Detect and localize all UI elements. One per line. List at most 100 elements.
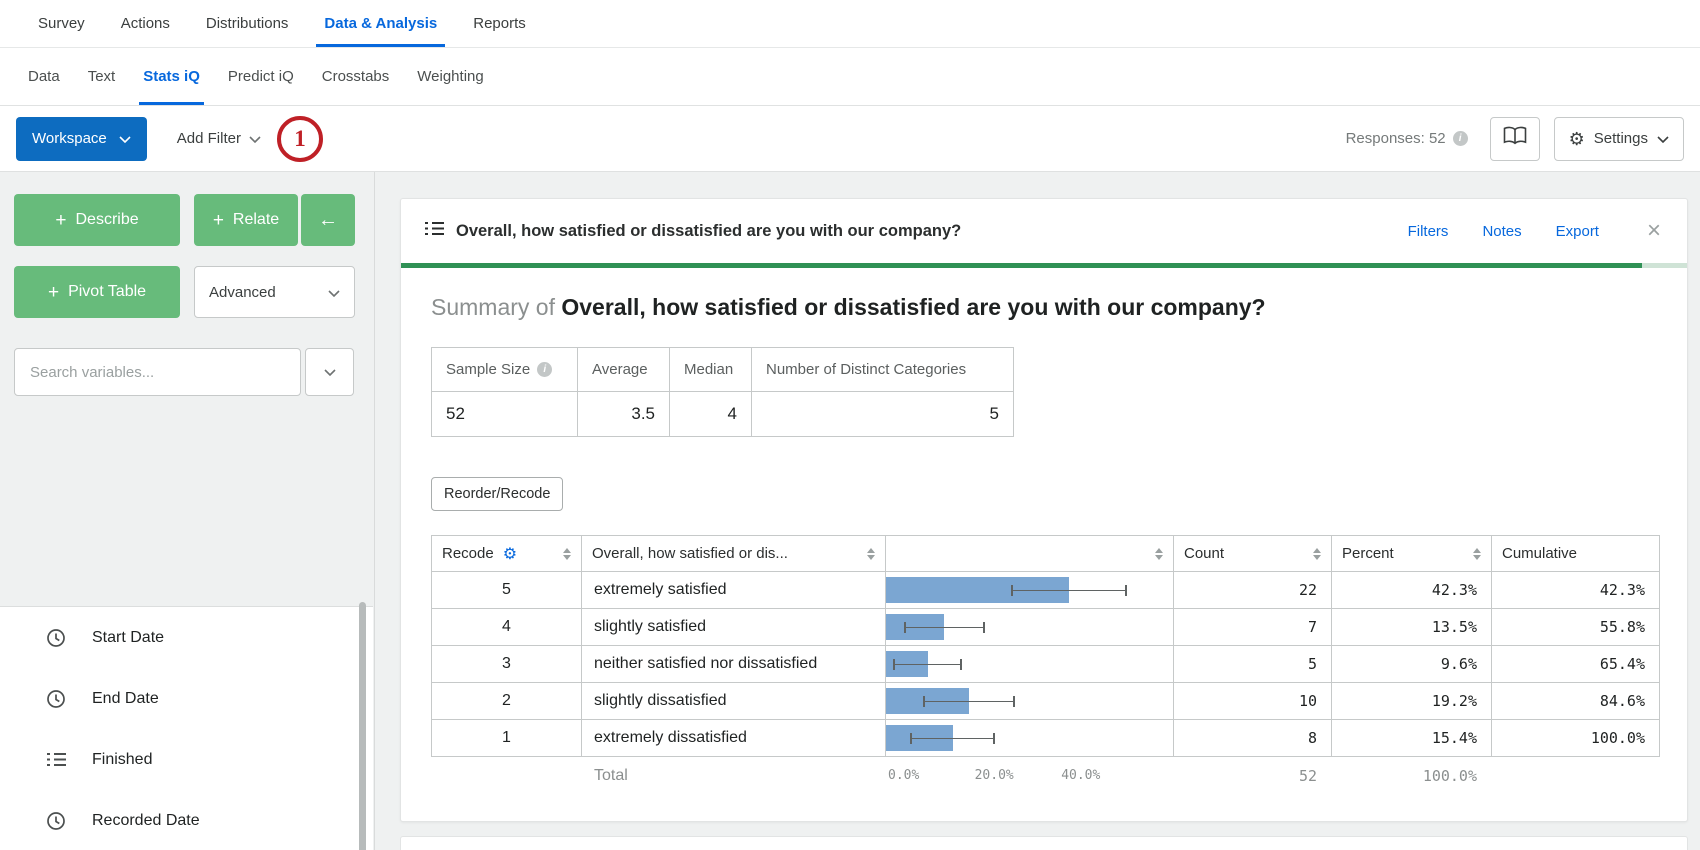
card-header: Overall, how satisfied or dissatisfied a… bbox=[401, 199, 1687, 263]
question-header[interactable]: Overall, how satisfied or dis... bbox=[582, 536, 886, 572]
reorder-recode-button[interactable]: Reorder/Recode bbox=[431, 477, 563, 511]
pivot-table-label: Pivot Table bbox=[68, 283, 146, 301]
subtab-predict-iq[interactable]: Predict iQ bbox=[214, 48, 308, 105]
recode-cell: 1 bbox=[432, 720, 582, 757]
analysis-card: Overall, how satisfied or dissatisfied a… bbox=[400, 198, 1688, 822]
recode-cell: 5 bbox=[432, 572, 582, 609]
results-table: Recode ⚙ Overall, how satisfied or dis..… bbox=[431, 535, 1660, 757]
sort-arrows-icon[interactable] bbox=[1473, 548, 1481, 560]
search-variables-input[interactable] bbox=[14, 348, 301, 396]
result-row: 3 neither satisfied nor dissatisfied 5 9… bbox=[432, 646, 1660, 683]
subtab-stats-iq[interactable]: Stats iQ bbox=[129, 48, 214, 105]
describe-button[interactable]: + Describe bbox=[14, 194, 180, 246]
tab-data-analysis[interactable]: Data & Analysis bbox=[306, 0, 455, 47]
cumulative-header-label: Cumulative bbox=[1502, 545, 1577, 562]
pivot-table-button[interactable]: + Pivot Table bbox=[14, 266, 180, 318]
average-header: Average bbox=[578, 348, 670, 392]
gear-icon: ⚙ bbox=[1569, 130, 1585, 148]
plus-icon: + bbox=[55, 211, 66, 230]
error-bar bbox=[904, 622, 985, 633]
bar-cell bbox=[886, 572, 1174, 609]
percent-header[interactable]: Percent bbox=[1332, 536, 1492, 572]
responses-count: Responses: 52 i bbox=[1346, 130, 1468, 147]
export-link[interactable]: Export bbox=[1556, 223, 1599, 240]
percent-cell: 13.5% bbox=[1332, 609, 1492, 646]
category-cell: extremely satisfied bbox=[582, 572, 886, 609]
relate-label: Relate bbox=[233, 211, 279, 229]
recode-cell: 4 bbox=[432, 609, 582, 646]
subtab-text[interactable]: Text bbox=[74, 48, 130, 105]
variable-finished[interactable]: Finished bbox=[0, 729, 373, 790]
tab-actions[interactable]: Actions bbox=[103, 0, 188, 47]
plus-icon: + bbox=[48, 283, 59, 302]
chevron-down-icon bbox=[119, 130, 131, 147]
workspace-button[interactable]: Workspace bbox=[16, 117, 147, 161]
total-row: Total 0.0% 20.0% 40.0% 52 100.0% bbox=[431, 757, 1659, 795]
notes-link[interactable]: Notes bbox=[1482, 223, 1521, 240]
bar-chart-header[interactable] bbox=[886, 536, 1174, 572]
summary-heading: Summary of Overall, how satisfied or dis… bbox=[431, 294, 1663, 321]
recode-cell: 3 bbox=[432, 646, 582, 683]
cumulative-header[interactable]: Cumulative bbox=[1492, 536, 1660, 572]
toolbar: Workspace Add Filter 1 Responses: 52 i ⚙… bbox=[0, 106, 1700, 172]
tab-survey[interactable]: Survey bbox=[20, 0, 103, 47]
results-header-row: Recode ⚙ Overall, how satisfied or dis..… bbox=[432, 536, 1660, 572]
advanced-dropdown[interactable]: Advanced bbox=[194, 266, 355, 318]
info-icon[interactable]: i bbox=[1453, 131, 1468, 146]
percent-cell: 42.3% bbox=[1332, 572, 1492, 609]
variable-label: End Date bbox=[92, 690, 159, 708]
relate-button[interactable]: + Relate bbox=[194, 194, 298, 246]
subtab-data[interactable]: Data bbox=[14, 48, 74, 105]
result-row: 5 extremely satisfied 22 42.3% 42.3% bbox=[432, 572, 1660, 609]
sort-arrows-icon[interactable] bbox=[563, 548, 571, 560]
settings-button[interactable]: ⚙ Settings bbox=[1554, 117, 1684, 161]
close-icon[interactable]: × bbox=[1647, 219, 1661, 243]
percent-cell: 9.6% bbox=[1332, 646, 1492, 683]
workspace-button-label: Workspace bbox=[32, 130, 107, 147]
list-icon bbox=[425, 221, 444, 241]
error-bar bbox=[893, 659, 962, 670]
add-filter-button[interactable]: Add Filter bbox=[177, 130, 261, 147]
sort-arrows-icon[interactable] bbox=[1313, 548, 1321, 560]
sub-nav: Data Text Stats iQ Predict iQ Crosstabs … bbox=[0, 48, 1700, 106]
variable-end-date[interactable]: End Date bbox=[0, 668, 373, 729]
total-percent: 100.0% bbox=[1331, 767, 1491, 785]
stats-iq-screen: Survey Actions Distributions Data & Anal… bbox=[0, 0, 1700, 850]
average-value: 3.5 bbox=[578, 392, 670, 437]
info-icon[interactable]: i bbox=[537, 362, 552, 377]
library-icon bbox=[1502, 125, 1528, 152]
result-row: 2 slightly dissatisfied 10 19.2% 84.6% bbox=[432, 683, 1660, 720]
count-cell: 5 bbox=[1174, 646, 1332, 683]
sidebar-scrollbar[interactable] bbox=[359, 602, 366, 850]
result-row: 1 extremely dissatisfied 8 15.4% 100.0% bbox=[432, 720, 1660, 757]
chevron-down-icon bbox=[324, 363, 336, 381]
percent-cell: 19.2% bbox=[1332, 683, 1492, 720]
next-card-preview bbox=[400, 836, 1688, 850]
variable-recorded-date[interactable]: Recorded Date bbox=[0, 790, 373, 850]
count-header[interactable]: Count bbox=[1174, 536, 1332, 572]
subtab-crosstabs[interactable]: Crosstabs bbox=[308, 48, 404, 105]
gear-icon[interactable]: ⚙ bbox=[503, 544, 517, 564]
tab-distributions[interactable]: Distributions bbox=[188, 0, 307, 47]
describe-label: Describe bbox=[75, 211, 138, 229]
recode-header[interactable]: Recode ⚙ bbox=[432, 536, 582, 572]
variable-start-date[interactable]: Start Date bbox=[0, 607, 373, 668]
axis-tick: 40.0% bbox=[1061, 768, 1100, 783]
count-cell: 7 bbox=[1174, 609, 1332, 646]
summary-question-title: Overall, how satisfied or dissatisfied a… bbox=[561, 294, 1265, 320]
filters-link[interactable]: Filters bbox=[1408, 223, 1449, 240]
variable-label: Finished bbox=[92, 751, 152, 769]
sample-size-value: 52 bbox=[432, 392, 578, 437]
subtab-weighting[interactable]: Weighting bbox=[403, 48, 497, 105]
collapse-sidebar-button[interactable]: ← bbox=[301, 194, 355, 246]
bar-cell bbox=[886, 720, 1174, 757]
top-nav: Survey Actions Distributions Data & Anal… bbox=[0, 0, 1700, 48]
cumulative-cell: 65.4% bbox=[1492, 646, 1660, 683]
sort-arrows-icon[interactable] bbox=[1155, 548, 1163, 560]
axis-tick: 20.0% bbox=[975, 768, 1014, 783]
library-button[interactable] bbox=[1490, 117, 1540, 161]
tab-reports[interactable]: Reports bbox=[455, 0, 544, 47]
search-options-dropdown[interactable] bbox=[305, 348, 354, 396]
sort-arrows-icon[interactable] bbox=[867, 548, 875, 560]
percent-header-label: Percent bbox=[1342, 545, 1394, 562]
